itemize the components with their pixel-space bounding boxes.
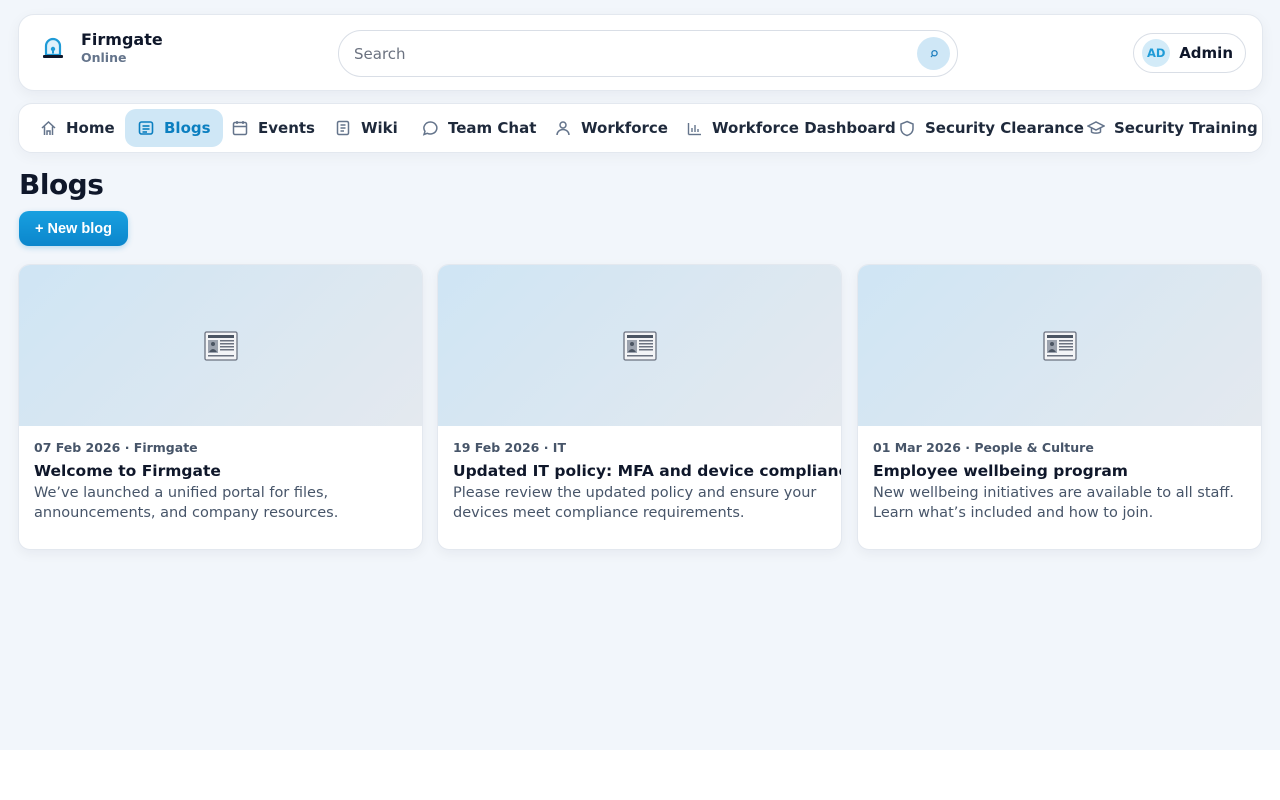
blog-card-title: Welcome to Firmgate xyxy=(34,462,221,480)
bar-chart-icon xyxy=(685,119,703,137)
nav-item-security-training[interactable]: Security Training xyxy=(1075,109,1270,147)
nav-item-team-chat[interactable]: Team Chat xyxy=(409,109,548,147)
graduation-cap-icon xyxy=(1087,119,1105,137)
search-button[interactable] xyxy=(917,37,950,70)
search-bar xyxy=(338,30,958,77)
nav-item-security-clearance[interactable]: Security Clearance xyxy=(886,109,1096,147)
blog-card[interactable]: 01 Mar 2026 · People & Culture Employee … xyxy=(857,264,1262,550)
blog-card-excerpt: Please review the updated policy and ens… xyxy=(453,485,817,521)
blog-card[interactable]: 19 Feb 2026 · IT Updated IT policy: MFA … xyxy=(437,264,842,550)
search-input[interactable] xyxy=(354,31,914,76)
nav-label-blogs: Blogs xyxy=(164,119,211,137)
blog-card-grid: 07 Feb 2026 · Firmgate Welcome to Firmga… xyxy=(18,264,1263,550)
connection-status: Online xyxy=(81,50,127,65)
nav-label-wiki: Wiki xyxy=(361,119,398,137)
firmgate-logo-icon xyxy=(39,34,67,62)
nav-item-workforce[interactable]: Workforce xyxy=(542,109,680,147)
user-menu-button[interactable]: AD Admin xyxy=(1133,33,1246,73)
nav-label-workforce-dashboard: Workforce Dashboard xyxy=(712,119,896,137)
nav-label-security-training: Security Training xyxy=(1114,119,1258,137)
blog-card-image xyxy=(19,265,422,426)
blog-card-title: Employee wellbeing program xyxy=(873,462,1128,480)
blog-card-meta: 01 Mar 2026 · People & Culture xyxy=(873,440,1094,455)
brand-name: Firmgate xyxy=(81,30,163,49)
app-root: Firmgate Online AD Admin Home xyxy=(0,0,1280,750)
newspaper-icon xyxy=(622,330,657,361)
brand[interactable]: Firmgate Online xyxy=(39,30,163,66)
chat-icon xyxy=(421,119,439,137)
blog-icon xyxy=(137,119,155,137)
blog-card-meta: 19 Feb 2026 · IT xyxy=(453,440,566,455)
blog-card-meta: 07 Feb 2026 · Firmgate xyxy=(34,440,198,455)
nav-label-team-chat: Team Chat xyxy=(448,119,537,137)
calendar-icon xyxy=(231,119,249,137)
blog-card-excerpt: We’ve launched a unified portal for file… xyxy=(34,485,339,521)
newspaper-icon xyxy=(1042,330,1077,361)
new-blog-button[interactable]: + New blog xyxy=(19,211,128,246)
blog-card[interactable]: 07 Feb 2026 · Firmgate Welcome to Firmga… xyxy=(18,264,423,550)
blog-card-excerpt: New wellbeing initiatives are available … xyxy=(873,485,1235,521)
nav-item-events[interactable]: Events xyxy=(219,109,327,147)
book-icon xyxy=(334,119,352,137)
blog-card-image xyxy=(438,265,841,426)
nav-item-blogs[interactable]: Blogs xyxy=(125,109,223,147)
user-icon xyxy=(554,119,572,137)
nav-label-workforce: Workforce xyxy=(581,119,668,137)
shield-icon xyxy=(898,119,916,137)
nav-item-workforce-dashboard[interactable]: Workforce Dashboard xyxy=(673,109,908,147)
nav-label-home: Home xyxy=(66,119,115,137)
main-nav: Home Blogs Events Wiki Team Chat Workfor… xyxy=(18,103,1263,153)
nav-item-home[interactable]: Home xyxy=(27,109,127,147)
nav-item-wiki[interactable]: Wiki xyxy=(322,109,410,147)
avatar: AD xyxy=(1142,39,1171,67)
nav-label-security-clearance: Security Clearance xyxy=(925,119,1084,137)
page-title: Blogs xyxy=(19,168,104,201)
nav-label-events: Events xyxy=(258,119,315,137)
search-icon xyxy=(930,49,938,57)
blog-card-title: Updated IT policy: MFA and device compli… xyxy=(453,462,842,480)
user-name: Admin xyxy=(1179,44,1233,62)
blog-card-image xyxy=(858,265,1261,426)
home-icon xyxy=(39,119,57,137)
newspaper-icon xyxy=(203,330,238,361)
top-header: Firmgate Online AD Admin xyxy=(18,14,1263,91)
